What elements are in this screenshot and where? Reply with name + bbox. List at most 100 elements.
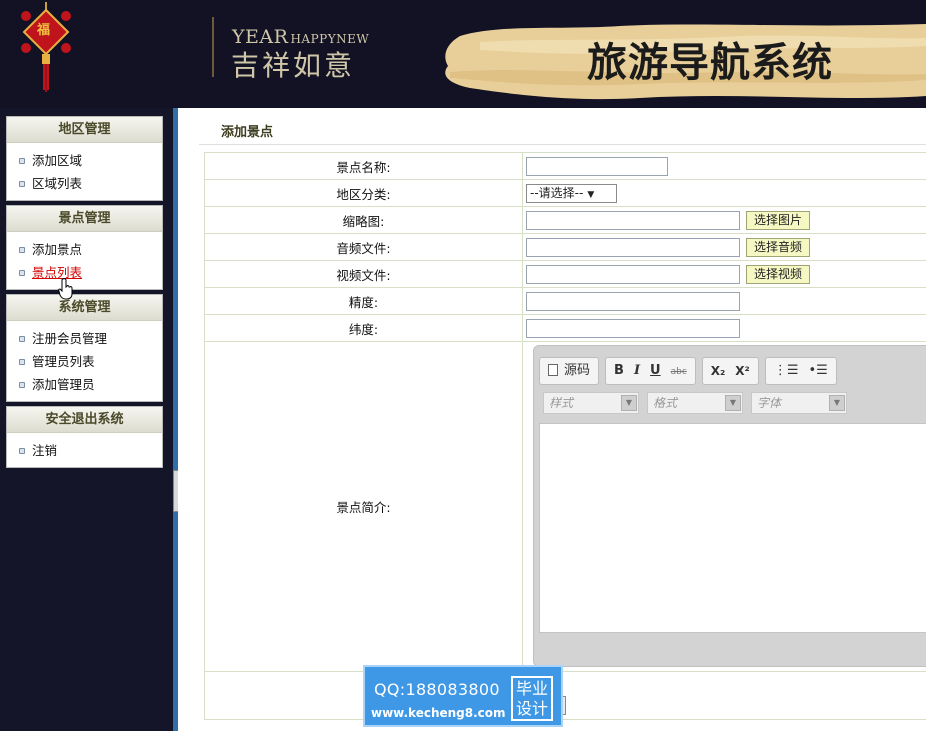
- choose-audio-button[interactable]: 选择音频: [746, 237, 811, 257]
- thumbnail-input[interactable]: [526, 210, 740, 230]
- field-cell: [522, 314, 926, 342]
- sidebar-item-scenic-list[interactable]: 景点列表: [7, 261, 162, 284]
- field-label: 景点名称:: [204, 152, 523, 180]
- brand-chinese: 吉祥如意: [231, 49, 356, 82]
- menu-group-title: 景点管理: [7, 206, 162, 232]
- sidebar-item-label: 景点列表: [32, 265, 83, 280]
- menu-list: 注销: [7, 433, 162, 467]
- form-row-audio: 音频文件: 选择音频: [204, 233, 926, 261]
- sidebar-item-admin-list[interactable]: 管理员列表: [7, 350, 162, 373]
- field-label: 地区分类:: [204, 179, 523, 207]
- field-cell: [522, 152, 926, 180]
- field-cell: 选择图片: [522, 206, 926, 234]
- menu-list: 添加区域 区域列表: [7, 143, 162, 200]
- editor-toolbar: 源码 B I Uabc X₂ X² ⋮☰ •☰: [539, 357, 843, 387]
- form-row-submit: 保存: [204, 671, 926, 720]
- header-banner: 福 YEAR HAPPYNEW 吉祥如意 旅游导航系统: [0, 0, 926, 108]
- dropdown-arrow-icon: ▼: [725, 395, 741, 411]
- dropdown-arrow-icon: ▼: [587, 189, 595, 200]
- watermark-tag-line1: 毕业: [515, 679, 548, 698]
- menu-list: 添加景点 景点列表: [7, 232, 162, 289]
- font-combo-label: 字体: [757, 396, 782, 410]
- superscript-button[interactable]: X²: [730, 358, 755, 384]
- sidebar-item-members[interactable]: 注册会员管理: [7, 327, 162, 350]
- field-cell: 源码 B I Uabc X₂ X² ⋮☰ •☰ 样式 ▼ 格式 ▼ 字体 ▼: [522, 341, 926, 672]
- sidebar-item-add-admin[interactable]: 添加管理员: [7, 373, 162, 396]
- sidebar: 地区管理 添加区域 区域列表 景点管理 添加景点 景点列表 系统管理 注册会员管…: [6, 116, 163, 472]
- title-divider: [199, 144, 926, 145]
- form-row-intro: 景点简介: 源码 B I Uabc X₂ X² ⋮☰ •☰ 样式 ▼ 格式 ▼ …: [204, 341, 926, 672]
- bullet-icon: [19, 270, 25, 276]
- watermark-qq: QQ:188083800: [374, 680, 500, 699]
- editor-text-area[interactable]: [539, 423, 926, 633]
- menu-group-exit: 安全退出系统 注销: [6, 406, 163, 468]
- dropdown-arrow-icon: ▼: [829, 395, 845, 411]
- rich-text-editor: 源码 B I Uabc X₂ X² ⋮☰ •☰ 样式 ▼ 格式 ▼ 字体 ▼: [533, 345, 926, 667]
- format-combo-label: 格式: [653, 396, 678, 410]
- latitude-input[interactable]: [526, 318, 740, 338]
- form-row-thumbnail: 缩略图: 选择图片: [204, 206, 926, 234]
- editor-combo-row: 样式 ▼ 格式 ▼ 字体 ▼: [543, 392, 855, 414]
- sidebar-item-label: 注册会员管理: [32, 331, 108, 346]
- dropdown-arrow-icon: ▼: [621, 395, 637, 411]
- longitude-input[interactable]: [526, 291, 740, 311]
- toolbar-group-format: B I Uabc: [605, 357, 696, 385]
- menu-group-title: 系统管理: [7, 295, 162, 321]
- sidebar-item-logout[interactable]: 注销: [7, 439, 162, 462]
- subscript-button[interactable]: X₂: [706, 358, 731, 384]
- style-combo-label: 样式: [549, 396, 574, 410]
- toolbar-group-source: 源码: [539, 357, 600, 385]
- main-content: 添加景点 景点名称: 地区分类: --请选择-- ▼ 缩略图: 选择图片 音频文件…: [178, 108, 926, 731]
- watermark-badge: QQ:188083800 www.kecheng8.com 毕业 设计: [363, 665, 563, 727]
- sidebar-item-add-scenic[interactable]: 添加景点: [7, 238, 162, 261]
- bullet-list-button[interactable]: •☰: [803, 358, 832, 384]
- sidebar-item-add-region[interactable]: 添加区域: [7, 149, 162, 172]
- style-combo[interactable]: 样式 ▼: [543, 392, 639, 414]
- form-row-latitude: 纬度:: [204, 314, 926, 342]
- audio-file-input[interactable]: [526, 237, 740, 257]
- menu-group-title: 地区管理: [7, 117, 162, 143]
- form-row-name: 景点名称:: [204, 152, 926, 180]
- menu-group-region: 地区管理 添加区域 区域列表: [6, 116, 163, 201]
- font-combo[interactable]: 字体 ▼: [751, 392, 847, 414]
- knot-character: 福: [37, 23, 51, 38]
- sidebar-item-region-list[interactable]: 区域列表: [7, 172, 162, 195]
- bullet-icon: [19, 382, 25, 388]
- scenic-name-input[interactable]: [526, 156, 668, 176]
- form-row-longitude: 精度:: [204, 287, 926, 315]
- bullet-icon: [19, 247, 25, 253]
- form-row-region: 地区分类: --请选择-- ▼: [204, 179, 926, 207]
- sidebar-item-label: 添加管理员: [32, 377, 95, 392]
- underline-button[interactable]: U: [645, 358, 666, 384]
- field-label: 视频文件:: [204, 260, 523, 288]
- choose-video-button[interactable]: 选择视频: [746, 264, 811, 284]
- toolbar-group-script: X₂ X²: [701, 357, 759, 385]
- strikethrough-button[interactable]: abc: [666, 359, 692, 385]
- toolbar-group-list: ⋮☰ •☰: [764, 357, 837, 385]
- source-button[interactable]: 源码: [543, 358, 595, 384]
- field-label: 精度:: [204, 287, 523, 315]
- field-cell: 保存: [522, 671, 926, 720]
- watermark-tag: 毕业 设计: [511, 676, 553, 721]
- document-icon: [548, 364, 558, 376]
- italic-button[interactable]: I: [629, 358, 645, 384]
- chinese-knot-logo: [21, 2, 71, 92]
- site-title: 旅游导航系统: [587, 40, 833, 86]
- bold-button[interactable]: B: [609, 358, 629, 384]
- bullet-icon: [19, 158, 25, 164]
- region-select-value: --请选择--: [530, 185, 584, 200]
- format-combo[interactable]: 格式 ▼: [647, 392, 743, 414]
- menu-group-scenic: 景点管理 添加景点 景点列表: [6, 205, 163, 290]
- choose-image-button[interactable]: 选择图片: [746, 210, 811, 230]
- menu-list: 注册会员管理 管理员列表 添加管理员: [7, 321, 162, 401]
- menu-group-system: 系统管理 注册会员管理 管理员列表 添加管理员: [6, 294, 163, 402]
- sidebar-item-label: 注销: [32, 443, 58, 458]
- field-label: 音频文件:: [204, 233, 523, 261]
- field-label: 纬度:: [204, 314, 523, 342]
- video-file-input[interactable]: [526, 264, 740, 284]
- field-label: 缩略图:: [204, 206, 523, 234]
- ordered-list-button[interactable]: ⋮☰: [769, 358, 804, 384]
- region-select[interactable]: --请选择-- ▼: [526, 183, 617, 203]
- page-title: 添加景点: [221, 125, 274, 140]
- add-scenic-form: 景点名称: 地区分类: --请选择-- ▼ 缩略图: 选择图片 音频文件: 选择音…: [204, 152, 926, 720]
